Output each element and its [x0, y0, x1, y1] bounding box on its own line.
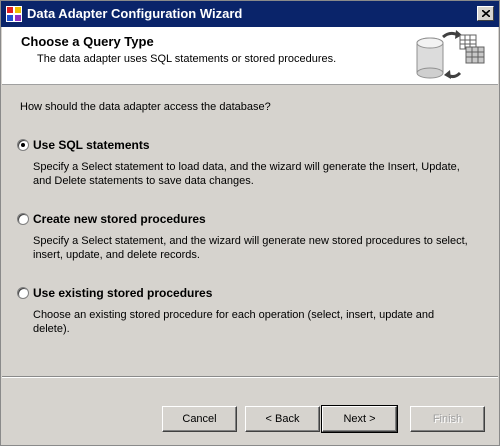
close-button[interactable]: [477, 6, 494, 21]
page-subtitle: The data adapter uses SQL statements or …: [37, 53, 337, 65]
window-title: Data Adapter Configuration Wizard: [27, 6, 243, 21]
option-label[interactable]: Use SQL statements: [33, 138, 150, 152]
close-icon: [481, 10, 490, 17]
next-button[interactable]: Next >: [321, 405, 398, 433]
finish-button: Finish: [410, 406, 485, 432]
option-description: Choose an existing stored procedure for …: [33, 309, 435, 335]
cancel-button[interactable]: Cancel: [162, 406, 237, 432]
radio-use-sql-statements[interactable]: [17, 139, 29, 151]
radio-selected-dot: [21, 143, 25, 147]
radio-use-existing-stored-procedures[interactable]: [17, 287, 29, 299]
app-icon: [6, 6, 22, 22]
back-button[interactable]: < Back: [245, 406, 320, 432]
page-title: Choose a Query Type: [21, 34, 154, 49]
option-description: Specify a Select statement, and the wiza…: [33, 235, 468, 261]
wizard-header: Choose a Query Type The data adapter use…: [2, 27, 498, 85]
radio-create-new-stored-procedures[interactable]: [17, 213, 29, 225]
footer-divider-highlight: [2, 377, 498, 378]
title-bar[interactable]: Data Adapter Configuration Wizard: [1, 1, 499, 27]
wizard-window: Data Adapter Configuration Wizard Choose…: [0, 0, 500, 446]
option-label[interactable]: Create new stored procedures: [33, 212, 206, 226]
database-grid-icon: [416, 30, 485, 79]
question-text: How should the data adapter access the d…: [20, 101, 271, 113]
option-description: Specify a Select statement to load data,…: [33, 161, 460, 187]
option-label[interactable]: Use existing stored procedures: [33, 286, 212, 300]
